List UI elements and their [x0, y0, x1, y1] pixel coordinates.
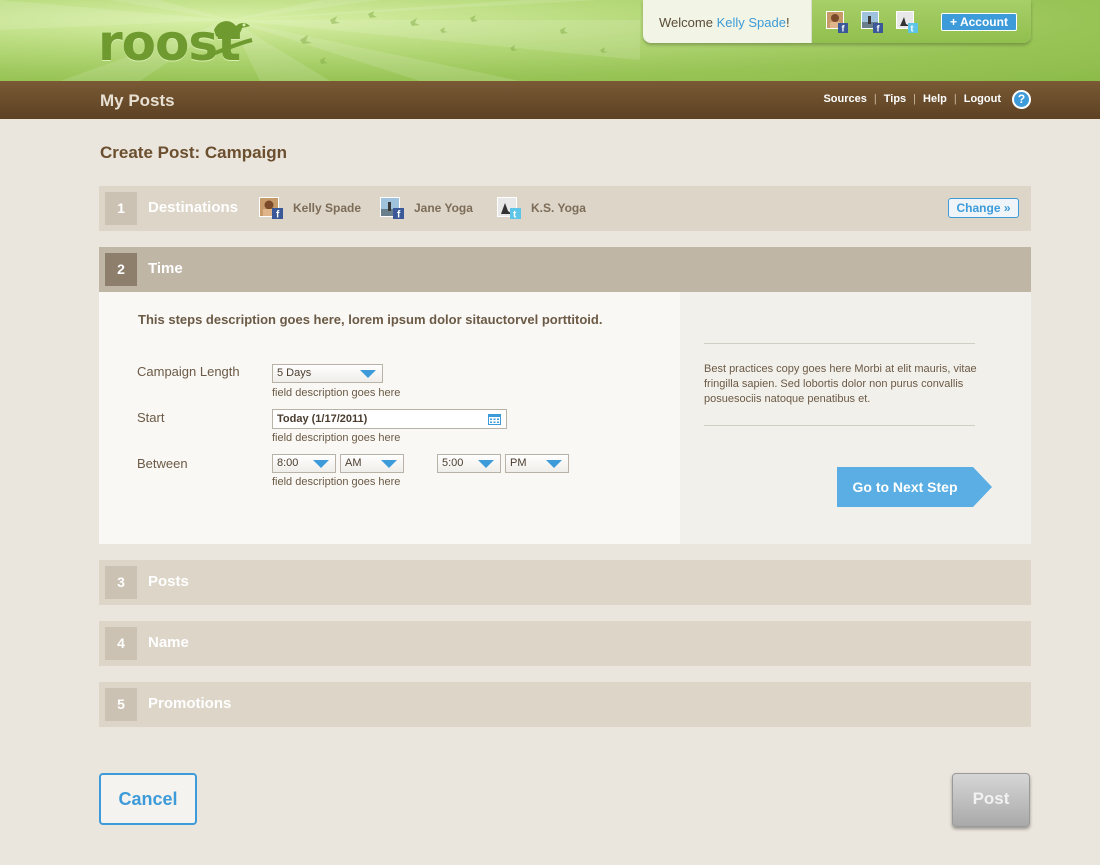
account-area: f f t + Account: [812, 0, 1031, 43]
destination-name: K.S. Yoga: [531, 201, 586, 215]
add-account-button[interactable]: + Account: [941, 13, 1017, 31]
step-number: 3: [105, 566, 137, 599]
chevron-down-icon: [313, 460, 329, 468]
post-button[interactable]: Post: [952, 773, 1030, 827]
field-description: field description goes here: [272, 432, 401, 444]
calendar-icon[interactable]: [488, 413, 501, 425]
header-banner: roost Welcome Kelly Spade! f f t + Accou…: [0, 0, 1100, 81]
create-post-title: Create Post: Campaign: [100, 143, 288, 162]
nav-divider: |: [873, 93, 877, 105]
nav-link-tips[interactable]: Tips: [884, 93, 906, 105]
nav-link-help[interactable]: Help: [923, 93, 947, 105]
destination-name: Kelly Spade: [293, 201, 362, 215]
step-label: Destinations: [148, 199, 239, 216]
divider: [704, 343, 975, 344]
nav-divider: |: [913, 93, 917, 105]
welcome-message: Welcome Kelly Spade!: [659, 15, 790, 30]
step-time[interactable]: 2 Time: [99, 247, 1031, 292]
step-destinations[interactable]: 1 Destinations f Kelly Spade f Jane Yoga: [99, 186, 1031, 231]
time-step-panel: This steps description goes here, lorem …: [99, 292, 1031, 544]
step-number: 5: [105, 688, 137, 721]
bird-logo-icon: [211, 21, 253, 56]
facebook-avatar-icon: f: [259, 197, 283, 219]
main-nav-bar: My Posts Sources | Tips | Help | Logout: [0, 81, 1100, 119]
to-ampm-select[interactable]: PM: [505, 454, 569, 473]
facebook-page-avatar-icon[interactable]: f: [861, 11, 883, 33]
campaign-length-select[interactable]: 5 Days: [272, 364, 383, 383]
best-practices-text: Best practices copy goes here Morbi at e…: [704, 363, 977, 405]
user-name-link[interactable]: Kelly Spade: [717, 15, 786, 30]
chevron-down-icon: [546, 460, 562, 468]
welcome-panel: Welcome Kelly Spade! f f t + Account: [643, 0, 1031, 43]
between-label: Between: [137, 456, 188, 471]
help-question-icon[interactable]: ?: [1012, 90, 1031, 109]
destination-kelly-spade: f Kelly Spade: [259, 197, 361, 219]
best-practices-panel: Best practices copy goes here Morbi at e…: [680, 292, 1031, 544]
nav-divider: |: [953, 93, 957, 105]
field-description: field description goes here: [272, 476, 401, 488]
facebook-avatar-icon[interactable]: f: [826, 11, 848, 33]
nav-links: Sources | Tips | Help | Logout: [823, 93, 1001, 105]
chevron-down-icon: [360, 370, 376, 378]
from-ampm-select[interactable]: AM: [340, 454, 404, 473]
step-label: Time: [148, 260, 183, 277]
facebook-page-avatar-icon: f: [380, 197, 404, 219]
divider: [704, 425, 975, 426]
svg-text:t: t: [911, 24, 914, 34]
step-label: Name: [148, 634, 189, 651]
chevron-down-icon: [381, 460, 397, 468]
field-description: field description goes here: [272, 387, 401, 399]
destination-jane-yoga: f Jane Yoga: [380, 197, 473, 219]
twitter-avatar-icon: t: [497, 197, 521, 219]
step-label: Promotions: [148, 695, 232, 712]
campaign-length-label: Campaign Length: [137, 364, 240, 379]
next-step-button[interactable]: Go to Next Step: [837, 467, 992, 507]
step-name[interactable]: 4 Name: [99, 621, 1031, 666]
step-promotions[interactable]: 5 Promotions: [99, 682, 1031, 727]
nav-link-logout[interactable]: Logout: [964, 93, 1001, 105]
step-number: 1: [105, 192, 137, 225]
destination-ks-yoga: t K.S. Yoga: [497, 197, 586, 219]
destination-name: Jane Yoga: [414, 201, 473, 215]
change-destinations-button[interactable]: Change »: [948, 198, 1019, 218]
start-label: Start: [137, 410, 165, 425]
step-description: This steps description goes here, lorem …: [138, 312, 603, 327]
step-number: 4: [105, 627, 137, 660]
step-posts[interactable]: 3 Posts: [99, 560, 1031, 605]
page-title: My Posts: [100, 91, 175, 110]
twitter-avatar-icon[interactable]: t: [896, 11, 918, 33]
from-time-select[interactable]: 8:00: [272, 454, 336, 473]
nav-link-sources[interactable]: Sources: [823, 93, 866, 105]
chevron-down-icon: [478, 460, 494, 468]
step-label: Posts: [148, 573, 189, 590]
start-date-input[interactable]: Today (1/17/2011): [272, 409, 507, 429]
cancel-button[interactable]: Cancel: [99, 773, 197, 825]
to-time-select[interactable]: 5:00: [437, 454, 501, 473]
step-number: 2: [105, 253, 137, 286]
